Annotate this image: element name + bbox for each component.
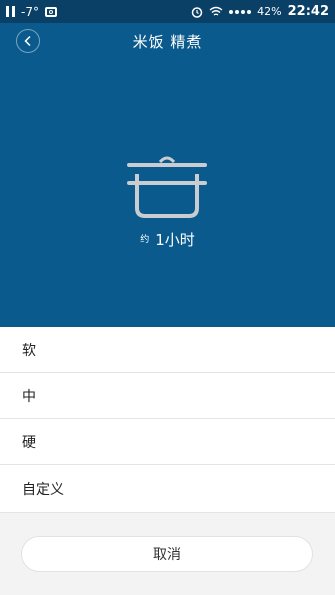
status-bar: -7° 42% 22:42 bbox=[0, 0, 335, 23]
option-soft[interactable]: 软 bbox=[0, 327, 335, 373]
cancel-label: 取消 bbox=[153, 547, 181, 563]
status-right: 42% 22:42 bbox=[191, 4, 329, 19]
status-left: -7° bbox=[6, 5, 57, 19]
option-hard[interactable]: 硬 bbox=[0, 419, 335, 465]
option-label: 软 bbox=[22, 342, 36, 359]
wifi-icon bbox=[209, 6, 223, 16]
camera-icon bbox=[44, 6, 57, 17]
cook-duration: 约 1小时 bbox=[0, 229, 335, 250]
option-label: 硬 bbox=[22, 434, 36, 451]
page-title: 米饭 精煮 bbox=[132, 33, 203, 51]
texture-options-list: 软 中 硬 自定义 bbox=[0, 327, 335, 513]
option-custom[interactable]: 自定义 bbox=[0, 465, 335, 513]
cancel-button[interactable]: 取消 bbox=[21, 536, 313, 572]
alarm-icon bbox=[191, 6, 203, 18]
battery-percent: 42% bbox=[257, 5, 282, 18]
header-panel: 米饭 精煮 约 1小时 bbox=[0, 23, 335, 327]
clock: 22:42 bbox=[287, 4, 329, 19]
pause-icon bbox=[6, 6, 15, 17]
pot-icon bbox=[127, 156, 207, 218]
duration-prefix: 约 bbox=[140, 235, 150, 245]
duration-value: 1小时 bbox=[155, 231, 195, 249]
temperature-text: -7° bbox=[21, 4, 39, 19]
option-label: 自定义 bbox=[22, 481, 64, 498]
option-medium[interactable]: 中 bbox=[0, 373, 335, 419]
option-label: 中 bbox=[22, 388, 36, 405]
signal-icon bbox=[229, 9, 252, 14]
